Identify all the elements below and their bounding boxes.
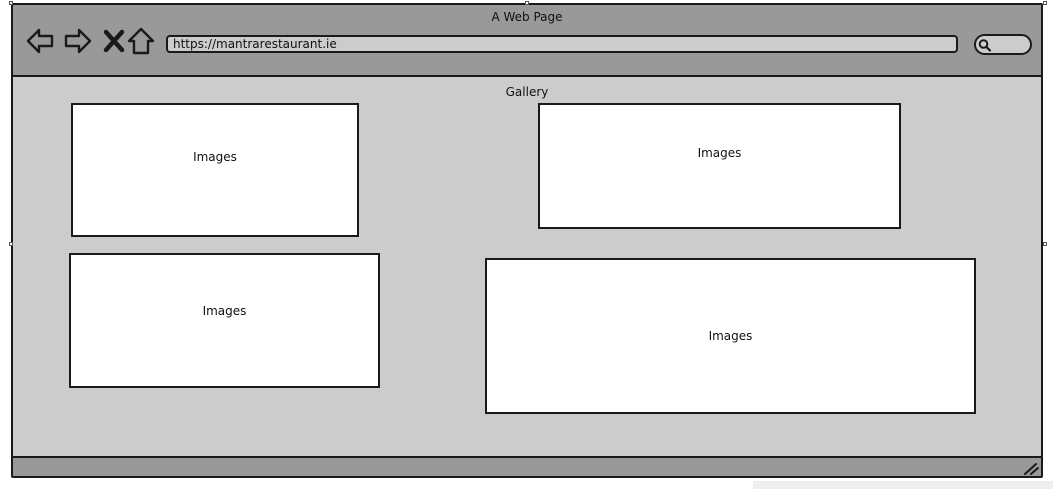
selection-handle[interactable]	[9, 1, 13, 5]
status-bar	[13, 456, 1041, 476]
arrow-right-icon	[64, 28, 92, 54]
home-icon	[127, 27, 155, 55]
canvas-scroll-strip	[753, 481, 1053, 489]
search-box[interactable]	[974, 34, 1032, 55]
browser-window: A Web Page https://mantrarestaurant.ie G…	[11, 3, 1043, 478]
image-placeholder: Images	[69, 253, 380, 388]
selection-handle[interactable]	[525, 1, 529, 5]
resize-handle[interactable]	[1023, 461, 1039, 475]
image-placeholder-label: Images	[708, 329, 753, 343]
address-bar[interactable]: https://mantrarestaurant.ie	[166, 35, 958, 53]
selection-handle[interactable]	[1043, 1, 1047, 5]
resize-grip-icon	[1024, 463, 1039, 475]
gallery-heading: Gallery	[505, 85, 549, 99]
search-icon	[978, 39, 992, 52]
image-placeholder: Images	[71, 103, 359, 237]
browser-toolbar: A Web Page https://mantrarestaurant.ie	[13, 5, 1041, 77]
arrow-left-icon	[26, 28, 54, 54]
back-button[interactable]	[25, 26, 55, 56]
window-title: A Web Page	[491, 10, 563, 24]
image-placeholder: Images	[538, 103, 901, 229]
image-placeholder-label: Images	[202, 304, 247, 318]
image-placeholder-label: Images	[193, 150, 237, 164]
close-icon	[103, 29, 125, 53]
home-button[interactable]	[127, 26, 155, 56]
selection-handle[interactable]	[9, 242, 13, 246]
image-placeholder-label: Images	[697, 146, 742, 160]
selection-handle[interactable]	[1043, 242, 1047, 246]
stop-button[interactable]	[101, 26, 127, 56]
mockup-canvas: A Web Page https://mantrarestaurant.ie G…	[0, 0, 1053, 489]
page-content: Gallery Images Images Images Images	[13, 77, 1041, 459]
image-placeholder: Images	[485, 258, 976, 414]
forward-button[interactable]	[63, 26, 93, 56]
